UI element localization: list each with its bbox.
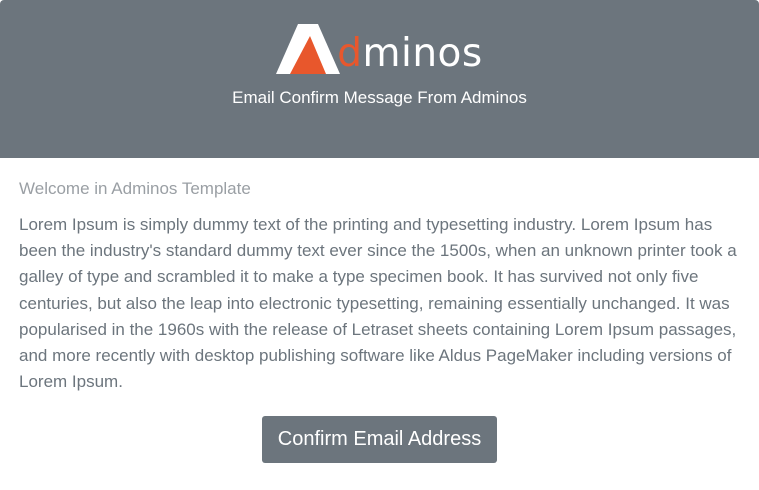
body-paragraph: Lorem Ipsum is simply dummy text of the … — [19, 215, 737, 392]
logo-wordmark-rest: minos — [362, 31, 483, 76]
button-row: Confirm Email Address — [19, 416, 740, 464]
email-body: Welcome in Adminos Template Lorem Ipsum … — [0, 178, 759, 464]
welcome-heading: Welcome in Adminos Template — [19, 179, 251, 198]
header-subtitle: Email Confirm Message From Adminos — [232, 88, 527, 107]
logo-wordmark: dminos — [337, 34, 483, 73]
adminos-logo: dminos — [0, 18, 759, 74]
email-header: dminos Email Confirm Message From Admino… — [0, 0, 759, 158]
adminos-a-logo-icon — [276, 24, 341, 74]
logo-wordmark-accent: d — [337, 31, 363, 76]
confirm-email-button[interactable]: Confirm Email Address — [261, 416, 498, 464]
email-card: dminos Email Confirm Message From Admino… — [0, 0, 759, 490]
